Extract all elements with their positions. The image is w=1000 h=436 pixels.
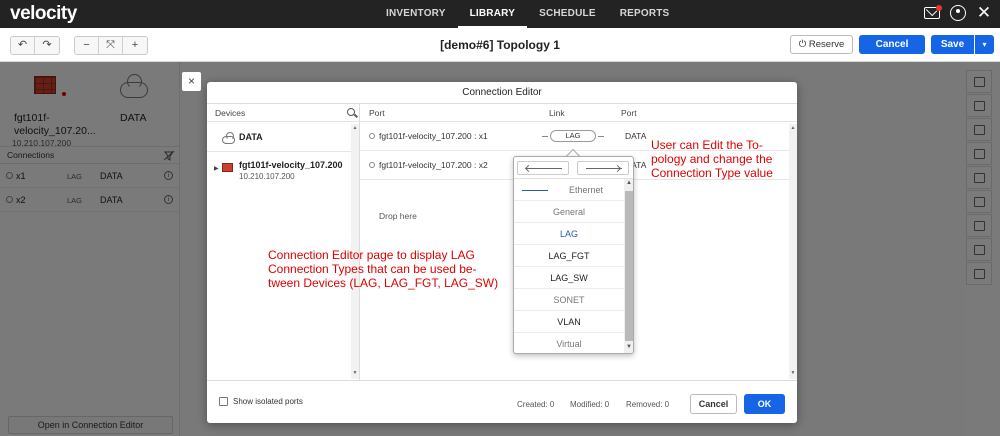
- link-option-lag-sw[interactable]: LAG_SW: [514, 267, 624, 289]
- link-option-lag[interactable]: LAG: [514, 223, 624, 245]
- radio-button[interactable]: [369, 133, 375, 139]
- scroll-down-icon[interactable]: ▼: [624, 344, 633, 350]
- close-editor-button[interactable]: ×: [182, 72, 201, 91]
- device-list-item[interactable]: DATA: [207, 122, 352, 152]
- removed-count: Removed: 0: [626, 400, 670, 409]
- link-line: [542, 136, 548, 137]
- link-option-lag-fgt[interactable]: LAG_FGT: [514, 245, 624, 267]
- editor-toolbar: ↶ ↷ − ⤧ + [demo#6] Topology 1 ⏻ Reserve …: [0, 28, 1000, 62]
- expand-caret-icon[interactable]: ▶: [214, 165, 219, 172]
- dropdown-scrollbar[interactable]: ▲ ▼: [624, 179, 633, 353]
- top-navbar: velocity INVENTORY LIBRARY SCHEDULE REPO…: [0, 0, 1000, 28]
- annotation-line: pology and change the: [651, 152, 773, 166]
- search-icon[interactable]: [347, 108, 355, 116]
- notification-dot: [936, 5, 942, 11]
- scroll-up-icon[interactable]: ▲: [624, 180, 633, 186]
- port-name: fgt101f-velocity_107.200 : x2: [379, 160, 488, 170]
- link-header: Link: [549, 108, 565, 118]
- annotation-connection-types: Connection Editor page to display LAG Co…: [268, 248, 498, 290]
- arrow-right-icon[interactable]: [577, 161, 629, 175]
- modal-title: Connection Editor: [207, 82, 797, 104]
- link-option-ethernet[interactable]: Ethernet: [514, 179, 624, 201]
- device-name: fgt101f-velocity_107.200: [239, 160, 343, 170]
- ports-scrollbar[interactable]: ▲ ▼: [789, 124, 797, 379]
- annotation-line: Connection Type value: [651, 166, 773, 180]
- save-button[interactable]: Save: [931, 35, 974, 54]
- devices-column: Devices DATA ▶ fgt101f-velocity_107.200 …: [207, 104, 360, 380]
- link-type-dropdown: Ethernet General LAG LAG_FGT LAG_SW SONE…: [513, 156, 634, 354]
- ports-header: Port Link Port: [360, 104, 797, 122]
- nav-icons: ✕: [924, 4, 992, 21]
- annotation-line: Connection Types that can be used be-: [268, 262, 477, 276]
- scroll-thumb[interactable]: [625, 191, 633, 341]
- save-dropdown-button[interactable]: ▾: [975, 35, 994, 54]
- show-isolated-label: Show isolated ports: [233, 397, 303, 406]
- radio-button[interactable]: [369, 162, 375, 168]
- link-option-general[interactable]: General: [514, 201, 624, 223]
- ethernet-line-icon: [522, 190, 548, 191]
- link-option-vlan[interactable]: VLAN: [514, 311, 624, 333]
- device-name: DATA: [239, 132, 263, 142]
- modified-count: Modified: 0: [570, 400, 610, 409]
- annotation-line: Connection Editor page to display LAG: [268, 248, 475, 262]
- scroll-down-icon[interactable]: ▼: [789, 370, 797, 376]
- annotation-line: User can Edit the To-: [651, 138, 763, 152]
- nav-library[interactable]: LIBRARY: [457, 0, 528, 28]
- dest-port-header: Port: [621, 108, 637, 118]
- arrow-left-icon[interactable]: [517, 161, 569, 175]
- device-list-item[interactable]: ▶ fgt101f-velocity_107.200 10.210.107.20…: [207, 152, 352, 186]
- show-isolated-checkbox[interactable]: [219, 397, 228, 406]
- link-line: [598, 136, 604, 137]
- devices-header: Devices: [207, 104, 360, 122]
- link-option-virtual[interactable]: Virtual: [514, 333, 624, 353]
- cancel-button[interactable]: Cancel: [859, 35, 925, 54]
- nav-schedule[interactable]: SCHEDULE: [527, 0, 608, 28]
- annotation-line: tween Devices (LAG, LAG_FGT, LAG_SW): [268, 276, 499, 290]
- main-nav: INVENTORY LIBRARY SCHEDULE REPORTS: [374, 0, 681, 28]
- nav-inventory[interactable]: INVENTORY: [374, 0, 458, 28]
- drop-zone[interactable]: Drop here: [379, 211, 417, 221]
- modal-cancel-button[interactable]: Cancel: [690, 394, 737, 414]
- link-type-pill[interactable]: LAG: [550, 130, 596, 142]
- user-icon[interactable]: [950, 5, 966, 21]
- mail-icon[interactable]: [924, 5, 942, 19]
- modal-footer: Show isolated ports Created: 0 Modified:…: [207, 380, 797, 423]
- scroll-down-icon[interactable]: ▼: [351, 370, 359, 376]
- scroll-up-icon[interactable]: ▲: [789, 125, 797, 131]
- ok-button[interactable]: OK: [744, 394, 785, 414]
- reserve-button[interactable]: ⏻ Reserve: [790, 35, 853, 54]
- nav-reports[interactable]: REPORTS: [608, 0, 682, 28]
- scroll-up-icon[interactable]: ▲: [351, 125, 359, 131]
- cloud-icon: [222, 132, 235, 144]
- dest-port: DATA: [625, 131, 647, 141]
- close-icon[interactable]: ✕: [976, 4, 992, 21]
- link-option-sonet[interactable]: SONET: [514, 289, 624, 311]
- devices-header-label: Devices: [215, 108, 246, 118]
- port-header: Port: [369, 108, 385, 118]
- app-logo[interactable]: velocity: [10, 3, 77, 25]
- annotation-edit-topology: User can Edit the To- pology and change …: [651, 138, 773, 180]
- firewall-icon: [222, 163, 233, 172]
- device-ip: 10.210.107.200: [239, 172, 295, 181]
- created-count: Created: 0: [517, 400, 555, 409]
- port-name: fgt101f-velocity_107.200 : x1: [379, 131, 488, 141]
- link-direction-row: [514, 157, 633, 179]
